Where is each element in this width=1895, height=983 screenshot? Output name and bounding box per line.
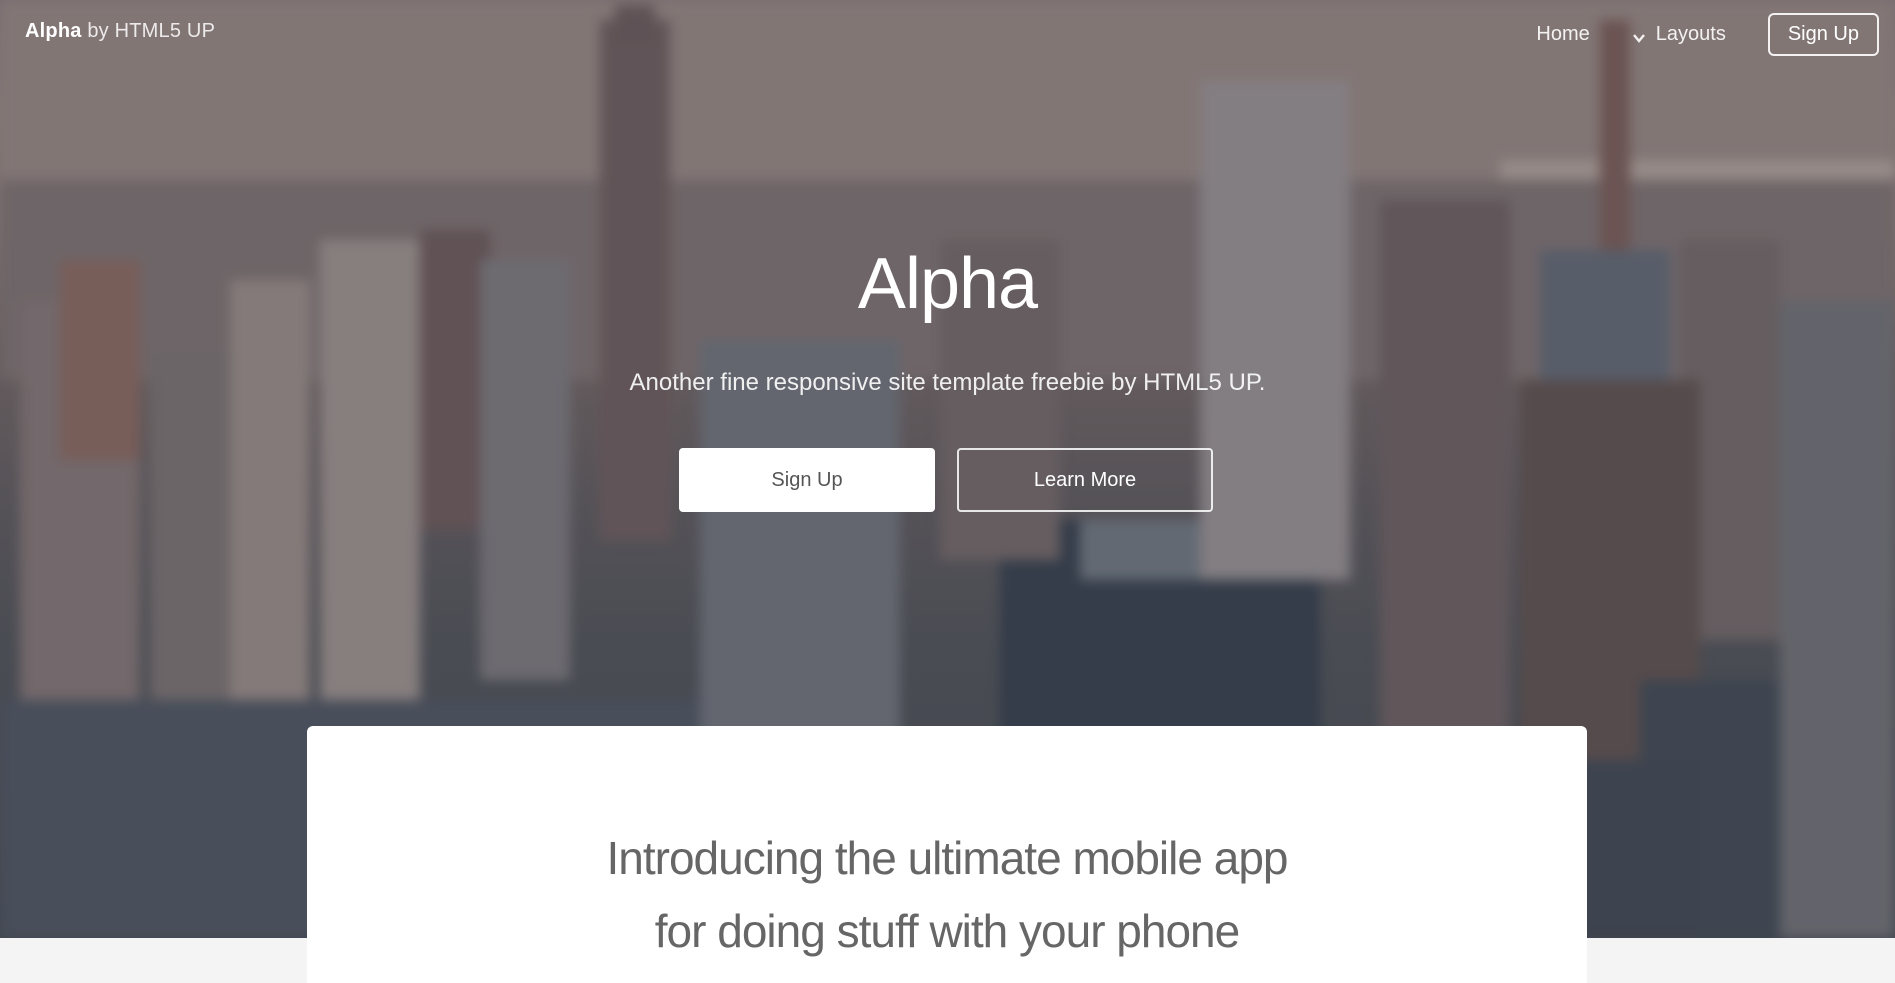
intro-heading-line-1: Introducing the ultimate mobile app [606, 832, 1289, 884]
hero-subtitle: Another fine responsive site template fr… [629, 369, 1266, 396]
hero-actions: Sign Up Learn More [679, 448, 1213, 512]
intro-card: Introducing the ultimate mobile app for … [307, 726, 1587, 983]
intro-heading: Introducing the ultimate mobile app for … [307, 822, 1587, 968]
chevron-down-icon [1632, 28, 1646, 43]
learn-more-button[interactable]: Learn More [957, 448, 1213, 512]
page: Alpha Another fine responsive site templ… [0, 0, 1895, 983]
nav-layouts-label: Layouts [1655, 23, 1726, 45]
logo-suffix: by HTML5 UP [87, 20, 216, 42]
site-logo[interactable]: Alpha by HTML5 UP [25, 20, 215, 43]
nav-sign-up-button[interactable]: Sign Up [1767, 13, 1879, 56]
intro-heading-line-2: for doing stuff with your phone [654, 905, 1240, 957]
main-nav: Home Layouts Sign Up [1536, 13, 1879, 56]
nav-layouts-dropdown[interactable]: Layouts [1632, 23, 1726, 46]
hero-title: Alpha [857, 244, 1038, 324]
nav-home-link[interactable]: Home [1536, 23, 1589, 46]
nav-home-label: Home [1536, 23, 1590, 45]
logo-brand: Alpha [25, 20, 82, 42]
hero-sign-up-button[interactable]: Sign Up [679, 448, 935, 512]
site-header: Alpha by HTML5 UP Home Layouts Sign Up [0, 0, 1895, 68]
